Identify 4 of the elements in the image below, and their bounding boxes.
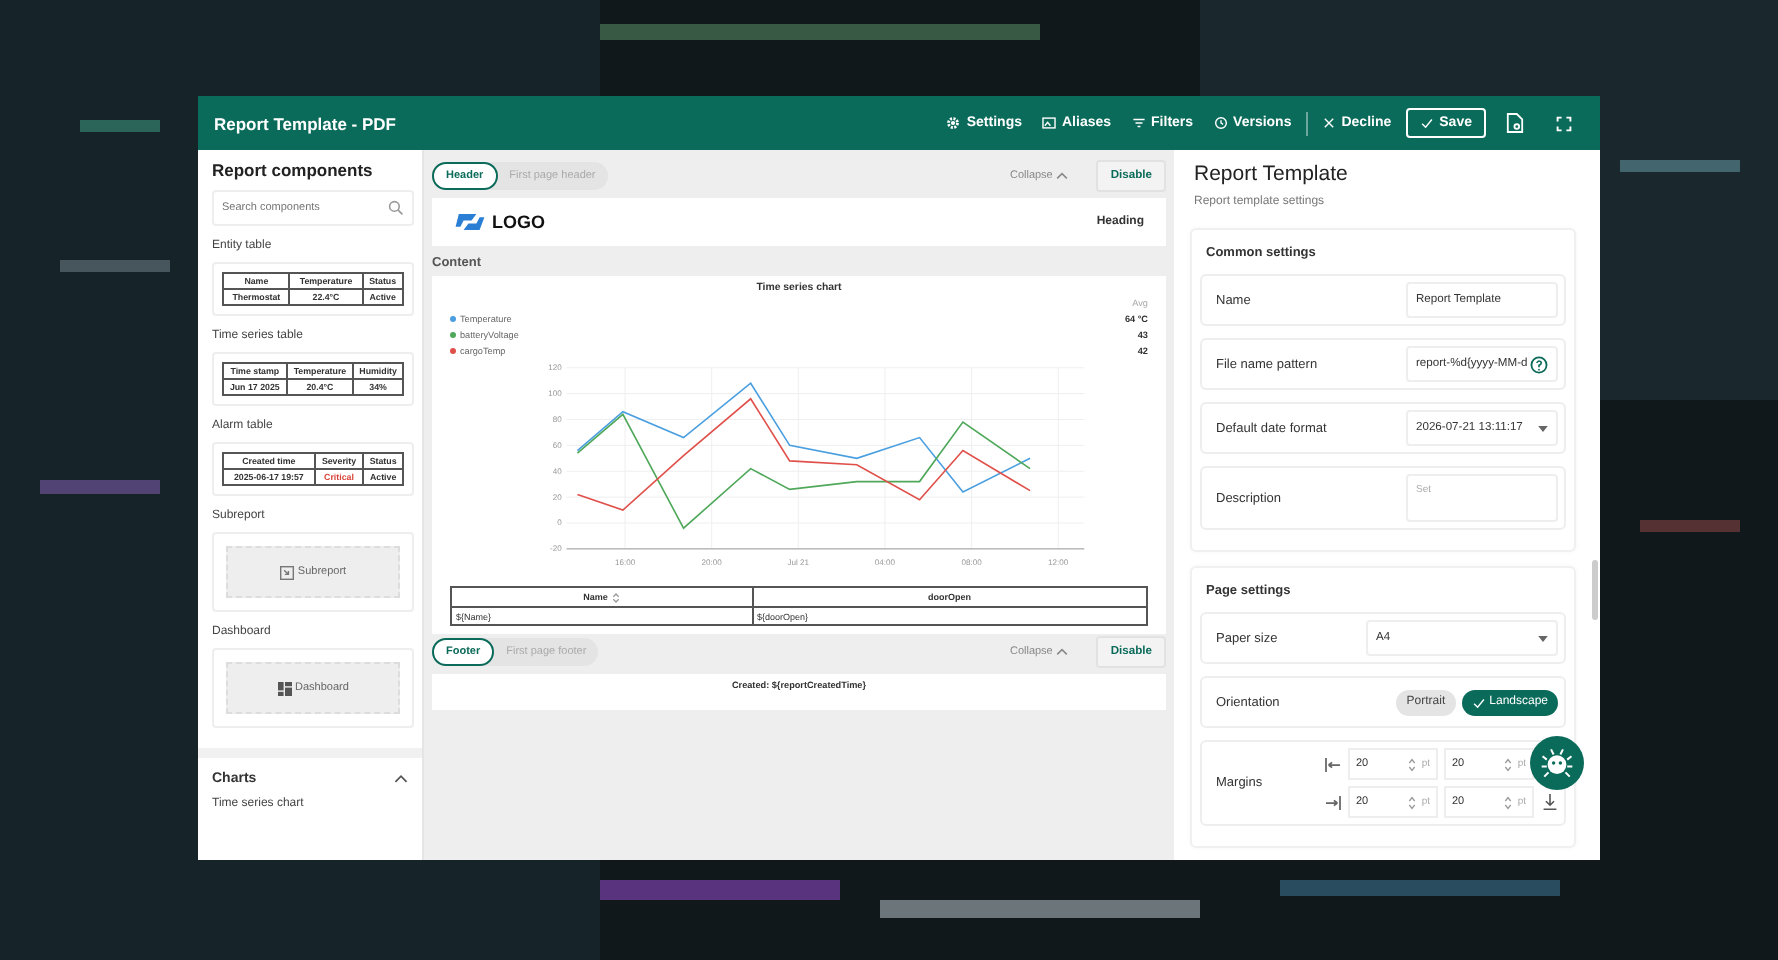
panel-title: Report Template [1194,162,1350,186]
sidebar-title: Report components [212,160,375,180]
logo-text: LOGO [492,212,545,232]
window-title: Report Template - PDF [214,113,396,133]
